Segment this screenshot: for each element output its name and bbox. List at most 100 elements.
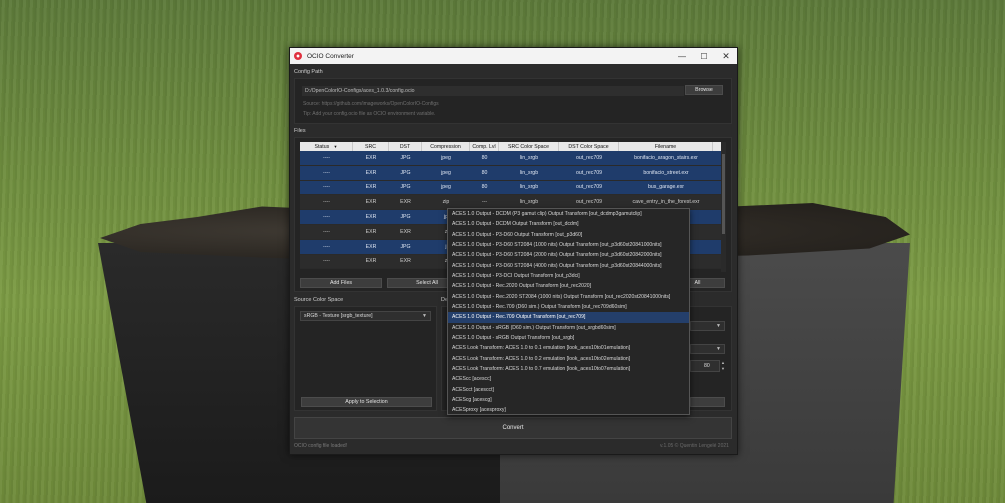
col-dst[interactable]: DST bbox=[389, 142, 422, 151]
table-row[interactable]: ---- EXR JPG jpeg 80 lin_srgb out_rec709 bonifa… bbox=[300, 151, 721, 166]
dropdown-option[interactable]: ACESproxy [acesproxy] bbox=[448, 405, 689, 414]
dropdown-option[interactable]: ACES 1.0 Output - Rec.2020 Output Transf… bbox=[448, 281, 689, 291]
app-logo-icon bbox=[294, 52, 302, 60]
cell-filename: bonifacio_aragon_stairs.exr bbox=[634, 154, 698, 161]
cell-filename: bonifacio_street.exr bbox=[643, 169, 689, 176]
cell-comp-lvl: 80 bbox=[481, 169, 488, 176]
cell-src: EXR bbox=[365, 243, 377, 250]
convert-button[interactable]: Convert bbox=[294, 417, 732, 439]
cell-src: EXR bbox=[365, 184, 377, 191]
source-color-space-group bbox=[294, 306, 437, 411]
cell-src: EXR bbox=[365, 169, 377, 176]
source-hint: Source: https://github.com/imageworks/Op… bbox=[303, 101, 439, 107]
col-dst-color-space[interactable]: DST Color Space bbox=[559, 142, 619, 151]
dropdown-option[interactable]: ACES 1.0 Output - P3-D60 ST2084 (4000 ni… bbox=[448, 261, 689, 271]
cell-dst: EXR bbox=[400, 228, 411, 235]
spin-arrows-icon[interactable]: ▲ ▼ bbox=[721, 360, 725, 372]
title-bar[interactable]: OCIO Converter — ☐ ✕ bbox=[290, 48, 737, 64]
cell-filename: bus_garage.exr bbox=[647, 184, 685, 191]
cell-src-color-space: lin_srgb bbox=[519, 169, 539, 176]
cell-dst: JPG bbox=[400, 154, 411, 161]
compression-level-spinbox[interactable]: 80 bbox=[690, 360, 720, 372]
cell-compression: jpeg bbox=[441, 154, 451, 161]
dropdown-option[interactable]: ACES 1.0 Output - P3-D60 ST2084 (1000 ni… bbox=[448, 240, 689, 250]
cell-dst: JPG bbox=[400, 243, 411, 250]
cell-compression: jpeg bbox=[441, 169, 451, 176]
cell-dst: JPG bbox=[400, 214, 411, 221]
table-scrollbar[interactable] bbox=[721, 142, 726, 272]
scroll-thumb[interactable] bbox=[722, 154, 725, 234]
col-status[interactable]: Status ▼ bbox=[300, 142, 353, 151]
dropdown-option[interactable]: ACES 1.0 Output - Rec.709 (D60 sim.) Out… bbox=[448, 302, 689, 312]
dropdown-option[interactable]: ACES 1.0 Output - DCDM Output Transform … bbox=[448, 219, 689, 229]
destination-color-space-dropdown[interactable]: ACES 1.0 Output - DCDM (P3 gamut clip) O… bbox=[447, 208, 690, 415]
cell-dst: EXR bbox=[400, 258, 411, 265]
col-src-color-space[interactable]: SRC Color Space bbox=[499, 142, 559, 151]
cell-dst-color-space: out_rec709 bbox=[576, 154, 602, 161]
dropdown-option[interactable]: ACES Look Transform: ACES 1.0 to 0.7 emu… bbox=[448, 364, 689, 374]
cell-src: EXR bbox=[365, 214, 377, 221]
cell-src: EXR bbox=[365, 154, 377, 161]
cell-status: ---- bbox=[323, 184, 330, 191]
col-src[interactable]: SRC bbox=[353, 142, 389, 151]
col-comp-lvl[interactable]: Comp. Lvl bbox=[470, 142, 499, 151]
cell-src-color-space: lin_srgb bbox=[519, 154, 539, 161]
dst-combo-edge[interactable]: ▼ bbox=[690, 321, 725, 331]
dropdown-option[interactable]: ACEScg [acescg] bbox=[448, 395, 689, 405]
cell-status: ---- bbox=[323, 214, 330, 221]
close-button[interactable]: ✕ bbox=[715, 48, 737, 64]
cell-src: EXR bbox=[365, 258, 377, 265]
minimize-button[interactable]: — bbox=[671, 48, 693, 64]
cell-compression: jpeg bbox=[441, 184, 451, 191]
chevron-down-icon: ▼ bbox=[422, 313, 427, 319]
cell-dst: JPG bbox=[400, 169, 411, 176]
dropdown-option[interactable]: ACES Look Transform: ACES 1.0 to 0.1 emu… bbox=[448, 343, 689, 353]
col-compression[interactable]: Compression bbox=[422, 142, 470, 151]
dropdown-option[interactable]: ACES 1.0 Output - DCDM (P3 gamut clip) O… bbox=[448, 209, 689, 219]
apply-to-selection-button[interactable]: Apply to Selection bbox=[301, 397, 432, 407]
dropdown-option[interactable]: ACES Look Transform: ACES 1.0 to 0.2 emu… bbox=[448, 354, 689, 364]
dropdown-option[interactable]: ACEScct [acescct] bbox=[448, 385, 689, 395]
cell-comp-lvl: 80 bbox=[481, 154, 488, 161]
cell-status: ---- bbox=[323, 199, 330, 206]
tip-hint: Tip: Add your config.ocio file as OCIO e… bbox=[303, 111, 436, 117]
window-title: OCIO Converter bbox=[307, 52, 354, 60]
apply-dst-button-edge[interactable] bbox=[690, 397, 725, 407]
config-path-label: Config Path bbox=[294, 69, 323, 75]
cell-comp-lvl: 80 bbox=[481, 184, 488, 191]
dropdown-option[interactable]: ACES 1.0 Output - P3-D60 Output Transfor… bbox=[448, 230, 689, 240]
cell-status: ---- bbox=[323, 258, 330, 265]
cell-dst-color-space: out_rec709 bbox=[576, 184, 602, 191]
cell-dst-color-space: out_rec709 bbox=[576, 169, 602, 176]
cell-status: ---- bbox=[323, 243, 330, 250]
cell-status: ---- bbox=[323, 154, 330, 161]
table-row[interactable]: ---- EXR JPG jpeg 80 lin_srgb out_rec709 bus_ga… bbox=[300, 180, 721, 196]
source-color-space-select[interactable]: sRGB - Texture [srgb_texture] ▼ bbox=[300, 311, 431, 321]
col-filename[interactable]: Filename bbox=[619, 142, 713, 151]
dropdown-option[interactable]: ACES 1.0 Output - P3-D60 ST2084 (2000 ni… bbox=[448, 250, 689, 260]
files-label: Files bbox=[294, 128, 306, 134]
table-row[interactable]: ---- EXR JPG jpeg 80 lin_srgb out_rec709 bonifa… bbox=[300, 165, 721, 181]
compression-combo-edge[interactable]: ▼ bbox=[690, 344, 725, 354]
dropdown-option[interactable]: ACEScc [acescc] bbox=[448, 374, 689, 384]
table-header: Status ▼ SRC DST Compression Comp. Lvl S… bbox=[300, 142, 721, 151]
chevron-down-icon: ▼ bbox=[716, 346, 721, 352]
cell-src-color-space: lin_srgb bbox=[519, 184, 539, 191]
config-path-field[interactable]: D:/OpenColorIO-Configs/aces_1.0.3/config… bbox=[302, 86, 684, 96]
dropdown-option[interactable]: ACES 1.0 Output - Rec.2020 ST2084 (1000 … bbox=[448, 292, 689, 302]
source-color-space-label: Source Color Space bbox=[294, 297, 344, 303]
chevron-down-icon: ▼ bbox=[716, 323, 721, 329]
dropdown-option[interactable]: ACES 1.0 Output - sRGB (D60 sim.) Output… bbox=[448, 323, 689, 333]
add-files-button[interactable]: Add Files bbox=[300, 278, 382, 288]
cell-src: EXR bbox=[365, 199, 377, 206]
dropdown-option[interactable]: ACES 1.0 Output - Rec.709 Output Transfo… bbox=[448, 312, 689, 323]
cell-status: ---- bbox=[323, 228, 330, 235]
browse-button[interactable]: Browse bbox=[685, 85, 723, 95]
cell-status: ---- bbox=[323, 169, 330, 176]
cell-dst: JPG bbox=[400, 184, 411, 191]
maximize-button[interactable]: ☐ bbox=[693, 48, 715, 64]
version-credit: v.1.05 © Quentin Lengelé 2021 bbox=[660, 443, 729, 449]
cell-src: EXR bbox=[365, 228, 377, 235]
dropdown-option[interactable]: ACES 1.0 Output - sRGB Output Transform … bbox=[448, 333, 689, 343]
dropdown-option[interactable]: ACES 1.0 Output - P3-DCI Output Transfor… bbox=[448, 271, 689, 281]
